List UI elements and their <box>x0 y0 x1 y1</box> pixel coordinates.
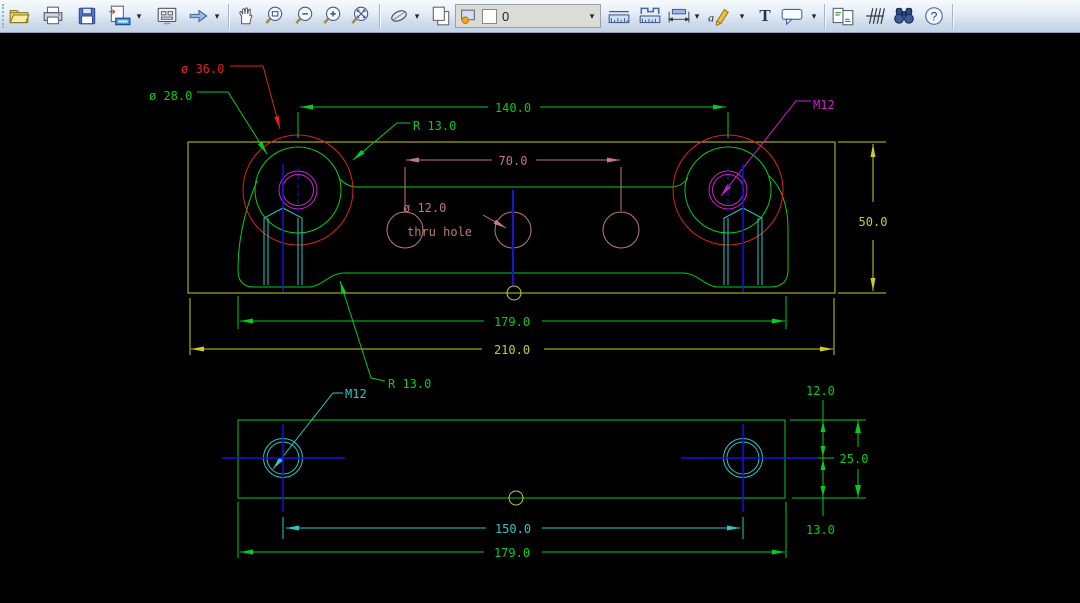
cad-application-window: ▾ ▾ <box>0 0 1080 603</box>
help-button[interactable]: ? <box>921 3 947 29</box>
zoom-out-button[interactable] <box>291 3 317 29</box>
export-button[interactable] <box>106 3 132 29</box>
markup-button[interactable]: a <box>706 3 732 29</box>
label-dia36: ø 36.0 <box>181 62 224 76</box>
comment-dropdown[interactable]: ▾ <box>808 3 820 29</box>
label-dia28: ø 28.0 <box>149 89 192 103</box>
dim-50: 50.0 <box>859 215 888 229</box>
view-layout-icon <box>156 5 178 27</box>
measure-ruler-icon <box>607 5 631 27</box>
zoom-fit-icon <box>349 5 371 27</box>
zoom-fit-button[interactable] <box>347 3 373 29</box>
layer-color-swatch <box>482 9 497 24</box>
dim-179-front: 179.0 <box>494 315 530 329</box>
comment-button[interactable] <box>779 3 805 29</box>
svg-text:a: a <box>708 10 714 24</box>
print-icon <box>42 5 64 27</box>
dim-140: 140.0 <box>495 101 531 115</box>
open-folder-icon <box>8 5 30 27</box>
copy-compare-icon <box>831 5 855 27</box>
measure-path-button[interactable] <box>637 3 663 29</box>
hatch-button[interactable] <box>862 3 888 29</box>
zoom-in-icon <box>321 5 343 27</box>
bottom-outline <box>238 420 785 498</box>
text-tool-button[interactable]: T <box>752 3 778 29</box>
zoom-out-icon <box>293 5 315 27</box>
label-r13-top: R 13.0 <box>413 119 456 133</box>
bottom-view: M12 12.0 25.0 13.0 150.0 179.0 <box>222 384 868 560</box>
help-icon: ? <box>923 5 945 27</box>
export-dropdown[interactable]: ▾ <box>133 3 145 29</box>
ellipse-dropdown[interactable]: ▾ <box>411 3 423 29</box>
dimension-dropdown[interactable]: ▾ <box>691 3 703 29</box>
comment-bubble-icon <box>780 5 804 27</box>
front-view: ø 36.0 ø 28.0 R 13.0 140.0 70.0 ø 12.0 t… <box>149 62 887 391</box>
text-tool-icon: T <box>759 6 770 26</box>
toolbar-separator <box>228 4 230 28</box>
dim-210: 210.0 <box>494 343 530 357</box>
toolbar-separator <box>824 4 826 28</box>
dimension-tool-icon <box>667 5 691 27</box>
copy-compare-button[interactable] <box>830 3 856 29</box>
label-m12-front: M12 <box>813 98 835 112</box>
dimension-button[interactable] <box>666 3 692 29</box>
toolbar-separator <box>379 4 381 28</box>
layer-visibility-icon <box>460 7 477 25</box>
dim-12: 12.0 <box>806 384 835 398</box>
toolbar-grip[interactable] <box>2 4 4 28</box>
dim-13: 13.0 <box>806 523 835 537</box>
measure-path-icon <box>638 5 662 27</box>
label-r13-bottom: R 13.0 <box>388 377 431 391</box>
measure-button[interactable] <box>606 3 632 29</box>
layers-icon <box>430 5 452 27</box>
forward-dropdown[interactable]: ▾ <box>211 3 223 29</box>
layer-combo[interactable]: 0 ▾ <box>455 4 601 28</box>
forward-button[interactable] <box>186 3 212 29</box>
dim-25: 25.0 <box>840 452 869 466</box>
layers-button[interactable] <box>428 3 454 29</box>
thru-hole-3 <box>603 212 639 248</box>
zoom-in-button[interactable] <box>319 3 345 29</box>
label-thru-hole: thru hole <box>407 225 472 239</box>
pan-button[interactable] <box>233 3 259 29</box>
centerline <box>222 424 818 512</box>
layer-dropdown[interactable]: ▾ <box>584 5 600 27</box>
label-dia12: ø 12.0 <box>403 201 446 215</box>
dim-70: 70.0 <box>499 154 528 168</box>
svg-text:?: ? <box>931 9 938 23</box>
main-toolbar: ▾ ▾ <box>0 0 1080 33</box>
view-layout-button[interactable] <box>154 3 180 29</box>
label-m12-bottom: M12 <box>345 387 367 401</box>
find-binoculars-icon <box>892 5 916 27</box>
layer-value: 0 <box>502 9 509 24</box>
ellipse-tool-icon <box>388 5 410 27</box>
print-button[interactable] <box>40 3 66 29</box>
markup-dropdown[interactable]: ▾ <box>736 3 748 29</box>
markup-pencil-icon: a <box>706 5 732 27</box>
save-icon <box>76 5 98 27</box>
toolbar-separator <box>952 4 954 28</box>
drawing-canvas[interactable]: ø 36.0 ø 28.0 R 13.0 140.0 70.0 ø 12.0 t… <box>0 0 1080 603</box>
pan-hand-icon <box>235 5 257 27</box>
find-button[interactable] <box>891 3 917 29</box>
zoom-window-icon <box>263 5 285 27</box>
zoom-window-button[interactable] <box>261 3 287 29</box>
dim-179-bottom: 179.0 <box>494 546 530 560</box>
dim-150: 150.0 <box>495 522 531 536</box>
forward-arrow-icon <box>187 5 211 27</box>
hatch-icon <box>864 5 886 27</box>
save-button[interactable] <box>74 3 100 29</box>
open-button[interactable] <box>6 3 32 29</box>
ellipse-tool-button[interactable] <box>386 3 412 29</box>
export-dwg-icon <box>107 5 131 27</box>
